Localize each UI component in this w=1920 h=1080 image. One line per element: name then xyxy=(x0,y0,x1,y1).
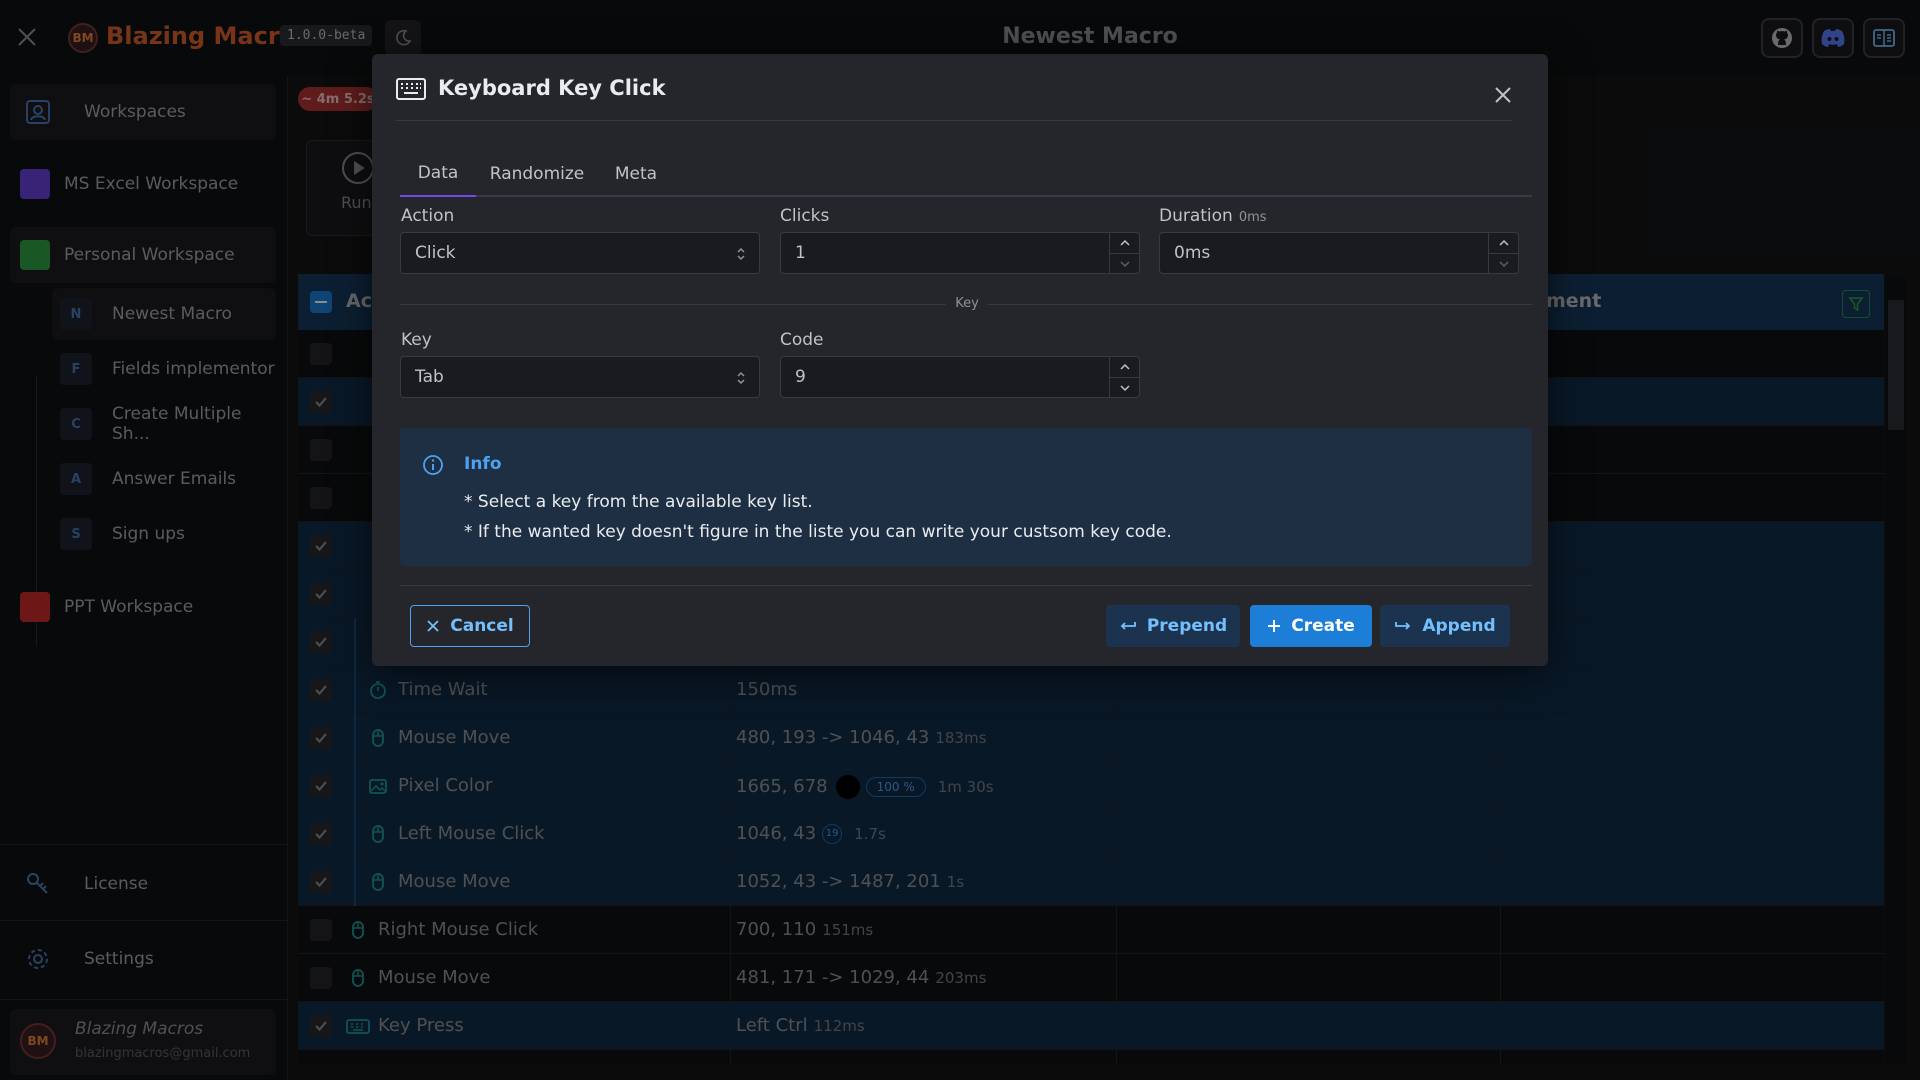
cancel-label: Cancel xyxy=(450,616,514,636)
decrement-button[interactable] xyxy=(1110,253,1140,273)
info-text-line-1: * Select a key from the available key li… xyxy=(464,492,813,512)
duration-input[interactable]: 0ms xyxy=(1159,232,1519,274)
action-select[interactable]: Click xyxy=(400,232,760,274)
footer-divider xyxy=(400,585,1532,586)
duration-hint: 0ms xyxy=(1238,210,1267,225)
tab-meta[interactable]: Meta xyxy=(598,150,674,197)
code-value: 9 xyxy=(795,367,806,387)
key-value: Tab xyxy=(415,367,444,387)
key-label: Key xyxy=(401,330,432,350)
tab-data[interactable]: Data xyxy=(400,150,476,197)
cancel-button[interactable]: Cancel xyxy=(410,605,530,647)
decrement-button[interactable] xyxy=(1110,377,1140,397)
chevron-up-icon xyxy=(1120,363,1130,370)
dialog-title: Keyboard Key Click xyxy=(438,76,666,100)
arrow-forward-icon xyxy=(1395,622,1411,630)
create-label: Create xyxy=(1291,616,1355,636)
action-label: Action xyxy=(401,206,455,226)
close-icon xyxy=(427,620,439,632)
chevron-up-icon xyxy=(1120,239,1130,246)
duration-value: 0ms xyxy=(1174,243,1211,263)
increment-button[interactable] xyxy=(1110,233,1140,253)
info-text-line-2: * If the wanted key doesn't figure in th… xyxy=(464,522,1172,542)
code-number-input[interactable]: 9 xyxy=(780,356,1140,398)
close-icon[interactable] xyxy=(1492,84,1514,106)
info-icon xyxy=(423,455,443,475)
code-stepper xyxy=(1109,357,1140,397)
chevron-down-icon xyxy=(1120,260,1130,267)
info-alert: Info * Select a key from the available k… xyxy=(400,428,1532,566)
key-select[interactable]: Tab xyxy=(400,356,760,398)
chevron-up-icon xyxy=(1499,239,1509,246)
code-label: Code xyxy=(780,330,824,350)
section-divider xyxy=(400,304,946,305)
section-divider-label: Key xyxy=(955,296,979,311)
clicks-stepper xyxy=(1109,233,1140,273)
clicks-label: Clicks xyxy=(780,206,830,226)
clicks-number-input[interactable]: 1 xyxy=(780,232,1140,274)
append-button[interactable]: Append xyxy=(1380,605,1510,647)
title-divider xyxy=(396,120,1512,121)
chevron-up-down-icon xyxy=(737,247,745,261)
keyboard-icon xyxy=(396,78,426,100)
prepend-label: Prepend xyxy=(1146,616,1228,636)
section-divider xyxy=(988,304,1532,305)
chevron-down-icon xyxy=(1499,260,1509,267)
prepend-button[interactable]: Prepend xyxy=(1106,605,1240,647)
arrow-back-icon xyxy=(1120,622,1136,630)
clicks-value: 1 xyxy=(795,243,806,263)
chevron-up-down-icon xyxy=(737,371,745,385)
info-title: Info xyxy=(464,454,502,474)
tab-list: Data Randomize Meta xyxy=(400,150,1532,197)
action-value: Click xyxy=(415,243,456,263)
chevron-down-icon xyxy=(1120,384,1130,391)
tab-randomize[interactable]: Randomize xyxy=(476,150,598,197)
append-label: Append xyxy=(1422,616,1496,636)
create-button[interactable]: Create xyxy=(1250,605,1372,647)
decrement-button[interactable] xyxy=(1489,253,1519,273)
increment-button[interactable] xyxy=(1489,233,1519,253)
keyboard-key-click-dialog: Keyboard Key Click Data Randomize Meta A… xyxy=(372,54,1548,666)
duration-stepper xyxy=(1488,233,1519,273)
plus-icon xyxy=(1268,620,1281,632)
increment-button[interactable] xyxy=(1110,357,1140,377)
duration-label: Duration 0ms xyxy=(1159,206,1267,226)
